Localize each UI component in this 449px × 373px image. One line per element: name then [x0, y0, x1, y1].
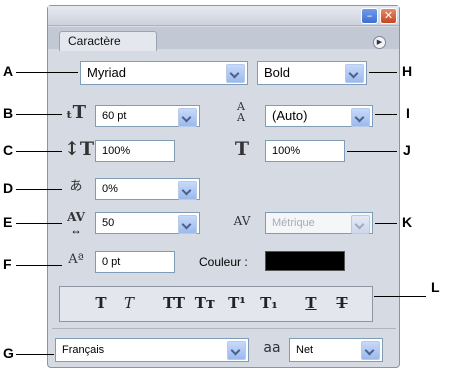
chevron-down-icon[interactable]: [226, 64, 245, 83]
callout-line-e: [16, 223, 62, 224]
horizontal-scale-field[interactable]: 100%: [265, 140, 345, 162]
callout-i: I: [406, 105, 410, 121]
font-style-value: Bold: [264, 65, 291, 80]
subscript-button[interactable]: T₁: [257, 292, 281, 314]
callout-line-g: [16, 354, 54, 355]
tracking-icon: AV ↔: [67, 210, 85, 238]
language-value: Français: [62, 344, 105, 356]
chevron-down-icon[interactable]: [178, 215, 197, 234]
antialias-value: Net: [296, 344, 314, 356]
chevron-down-icon[interactable]: [351, 108, 370, 127]
chevron-down-icon[interactable]: [361, 341, 380, 360]
callout-f: F: [3, 256, 12, 272]
language-select[interactable]: Français: [55, 338, 249, 362]
underline-button[interactable]: T: [302, 292, 320, 314]
panel-titlebar[interactable]: [48, 6, 399, 26]
horizontal-scale-value: 100%: [272, 145, 301, 157]
callout-line-l: [374, 296, 426, 297]
callout-line-f: [16, 265, 62, 266]
panel-menu-icon[interactable]: ▶: [373, 36, 386, 49]
horizontal-scale-icon: T: [234, 138, 250, 160]
small-caps-button[interactable]: Tт: [193, 292, 217, 314]
tsume-field[interactable]: 0%: [95, 178, 200, 200]
tab-character[interactable]: Caractère: [59, 31, 157, 51]
close-icon[interactable]: ✕: [380, 8, 397, 24]
tsume-icon: あ: [69, 179, 83, 194]
tsume-value: 0%: [102, 183, 118, 195]
vertical-scale-field[interactable]: 100%: [95, 140, 175, 162]
faux-bold-button[interactable]: T: [92, 292, 110, 314]
baseline-shift-value: 0 pt: [102, 256, 121, 268]
callout-line-c: [16, 151, 62, 152]
callout-b: B: [3, 105, 14, 121]
callout-line-d: [16, 189, 62, 190]
antialias-icon: aa: [263, 340, 281, 356]
leading-icon: AA: [237, 100, 245, 124]
tracking-value: 50: [102, 217, 115, 229]
faux-italic-button[interactable]: T: [120, 292, 138, 314]
font-size-field[interactable]: 60 pt: [95, 105, 200, 127]
font-family-value: Myriad: [87, 65, 127, 80]
antialias-select[interactable]: Net: [289, 338, 383, 362]
callout-a: A: [3, 63, 14, 79]
chevron-down-icon[interactable]: [351, 215, 370, 234]
kerning-icon: AV: [233, 214, 251, 228]
callout-k: K: [402, 214, 413, 230]
callout-d: D: [3, 180, 14, 196]
color-swatch[interactable]: [265, 251, 345, 271]
all-caps-button[interactable]: TT: [160, 292, 188, 314]
divider: [52, 328, 396, 329]
kerning-field[interactable]: Métrique: [265, 212, 373, 234]
superscript-button[interactable]: T¹: [225, 292, 249, 314]
callout-line-k: [375, 223, 397, 224]
baseline-shift-icon: Aª: [68, 252, 84, 267]
callout-h: H: [402, 63, 413, 79]
leading-field[interactable]: (Auto): [265, 105, 373, 127]
callout-c: C: [3, 142, 14, 158]
vertical-scale-value: 100%: [102, 145, 131, 157]
callout-l: L: [431, 279, 440, 295]
chevron-down-icon[interactable]: [227, 341, 246, 360]
color-label: Couleur :: [199, 255, 248, 269]
chevron-down-icon[interactable]: [178, 181, 197, 200]
kerning-value: Métrique: [272, 217, 315, 229]
callout-g: G: [3, 345, 14, 361]
leading-value: (Auto): [272, 108, 308, 123]
callout-line-h: [369, 72, 397, 73]
font-size-value: 60 pt: [102, 110, 127, 122]
callout-line-j: [347, 151, 397, 152]
callout-line-i: [375, 114, 397, 115]
tracking-field[interactable]: 50: [95, 212, 200, 234]
minimize-icon[interactable]: –: [361, 8, 378, 24]
strikethrough-button[interactable]: T: [333, 292, 351, 314]
callout-e: E: [3, 214, 13, 230]
font-family-select[interactable]: Myriad: [80, 61, 248, 85]
baseline-shift-field[interactable]: 0 pt: [95, 251, 175, 273]
callout-line-a: [16, 72, 78, 73]
chevron-down-icon[interactable]: [345, 64, 364, 83]
callout-line-b: [16, 114, 62, 115]
font-style-select[interactable]: Bold: [257, 61, 367, 85]
font-size-icon: ₜT: [65, 102, 87, 123]
chevron-down-icon[interactable]: [178, 108, 197, 127]
callout-j: J: [403, 142, 411, 158]
vertical-scale-icon: ↕T: [64, 138, 95, 160]
